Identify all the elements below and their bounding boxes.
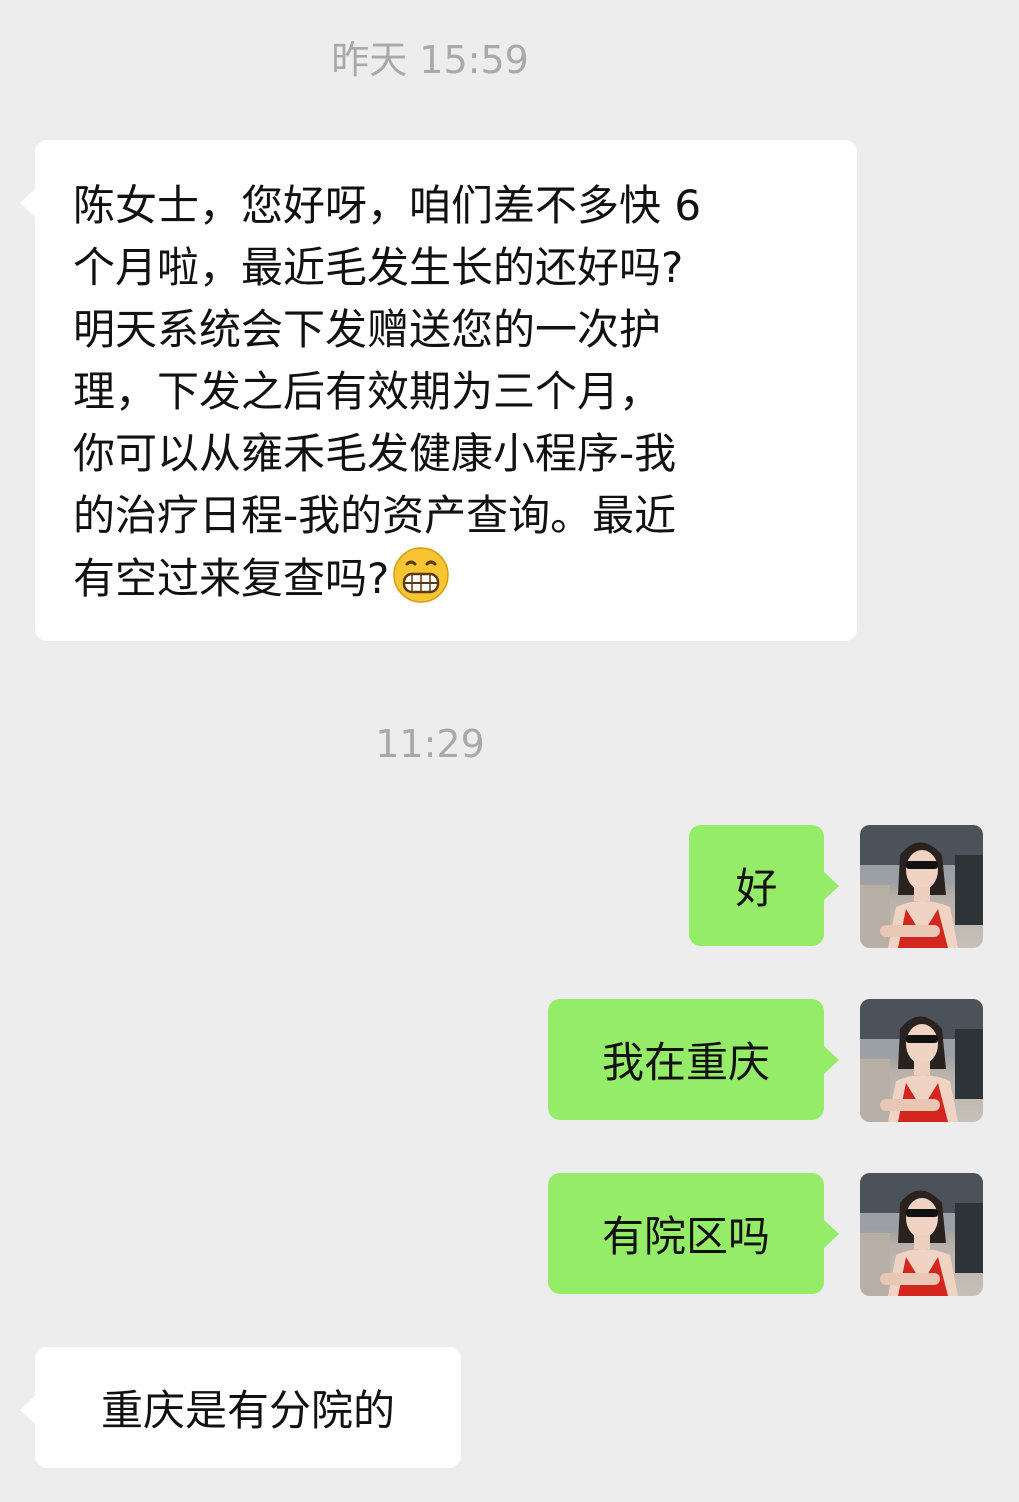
message-line-text: 有空过来复查吗?	[73, 554, 390, 603]
timestamp-yesterday: 昨天 15:59	[331, 38, 529, 82]
timestamp-today: 11:29	[375, 722, 485, 766]
user-avatar[interactable]	[860, 1173, 983, 1296]
message-line: 理，下发之后有效期为三个月，	[73, 367, 662, 416]
message-line-last: 有空过来复查吗?	[73, 547, 857, 609]
message-line: 你可以从雍禾毛发健康小程序-我	[73, 429, 677, 478]
incoming-message-bubble[interactable]: 重庆是有分院的	[20, 1347, 461, 1468]
message-text: 好	[735, 864, 778, 913]
user-avatar[interactable]	[860, 825, 983, 948]
incoming-message-bubble[interactable]: 陈女士，您好呀，咱们差不多快 6 个月啦，最近毛发生长的还好吗? 明天系统会下发…	[20, 140, 857, 641]
message-text: 有院区吗	[601, 1212, 770, 1261]
outgoing-message-bubble[interactable]: 有院区吗	[548, 1173, 839, 1294]
message-line: 个月啦，最近毛发生长的还好吗?	[73, 243, 684, 292]
user-avatar[interactable]	[860, 999, 983, 1122]
grinning-face-emoji-icon	[393, 547, 450, 603]
message-line: 陈女士，您好呀，咱们差不多快 6	[73, 181, 702, 230]
message-line: 明天系统会下发赠送您的一次护	[73, 305, 662, 354]
message-text: 重庆是有分院的	[100, 1386, 395, 1435]
outgoing-message-bubble[interactable]: 好	[689, 825, 839, 946]
outgoing-message-bubble[interactable]: 我在重庆	[548, 999, 839, 1120]
message-line: 的治疗日程-我的资产查询。最近	[73, 491, 677, 540]
message-text: 我在重庆	[601, 1038, 770, 1087]
